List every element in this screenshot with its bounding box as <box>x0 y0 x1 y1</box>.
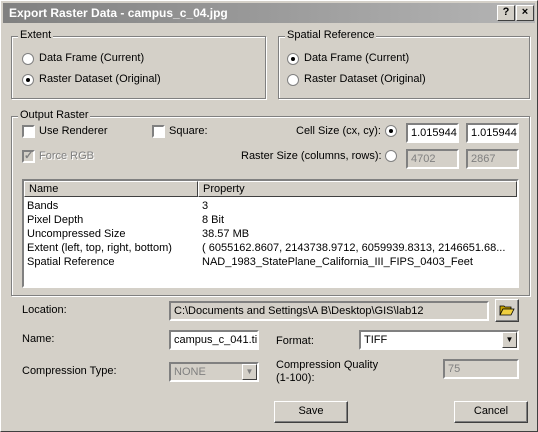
cell-size-label: Cell Size (cx, cy): <box>296 125 381 137</box>
use-renderer-label: Use Renderer <box>39 125 108 137</box>
use-renderer-checkbox[interactable] <box>22 125 35 138</box>
raster-size-radio[interactable] <box>385 150 397 162</box>
force-rgb-label: Force RGB <box>39 150 95 162</box>
force-rgb-checkbox[interactable] <box>22 149 35 163</box>
compression-quality-range-label: (1-100): <box>276 372 315 384</box>
output-raster-group-label: Output Raster <box>18 109 91 121</box>
spatial-raster-dataset-label: Raster Dataset (Original) <box>304 73 426 85</box>
extent-group-label: Extent <box>18 29 54 41</box>
extent-data-frame-radio[interactable] <box>22 53 34 65</box>
help-button[interactable]: ? <box>497 5 515 21</box>
raster-columns-field[interactable]: 4702 <box>406 149 459 169</box>
column-header-property[interactable]: Property <box>198 181 517 197</box>
spatial-reference-group-label: Spatial Reference <box>285 29 377 41</box>
spatial-data-frame-label: Data Frame (Current) <box>304 52 410 64</box>
raster-rows-field[interactable]: 2867 <box>466 149 519 169</box>
chevron-down-icon[interactable]: ▼ <box>502 332 517 348</box>
save-button[interactable]: Save <box>274 401 348 423</box>
square-checkbox[interactable] <box>152 125 165 138</box>
export-raster-dialog: Export Raster Data - campus_c_04.jpg ? ×… <box>0 0 538 432</box>
compression-quality-label: Compression Quality <box>276 359 379 371</box>
property-name: Uncompressed Size <box>27 228 126 240</box>
format-selected-value: TIFF <box>364 334 388 346</box>
property-name: Pixel Depth <box>27 214 84 226</box>
extent-raster-dataset-label: Raster Dataset (Original) <box>39 73 161 85</box>
spatial-data-frame-radio[interactable] <box>287 53 299 65</box>
raster-size-label: Raster Size (columns, rows): <box>241 150 382 162</box>
property-name: Extent (left, top, right, bottom) <box>27 242 172 254</box>
open-folder-icon <box>499 305 515 316</box>
compression-type-label: Compression Type: <box>22 365 117 377</box>
properties-list[interactable]: Name Property Bands 3 Pixel Depth 8 Bit … <box>22 179 519 288</box>
cell-size-radio[interactable] <box>385 125 397 137</box>
cell-size-y-field[interactable]: 1.015944 <box>466 123 519 143</box>
window-title: Export Raster Data - campus_c_04.jpg <box>9 6 228 20</box>
extent-raster-dataset-radio[interactable] <box>22 74 34 86</box>
property-value: 8 Bit <box>202 214 225 226</box>
property-value: ( 6055162.8607, 2143738.9712, 6059939.83… <box>202 242 506 254</box>
property-value: 38.57 MB <box>202 228 250 240</box>
spatial-reference-group: Spatial Reference Data Frame (Current) R… <box>278 29 530 99</box>
compression-selected-value: NONE <box>174 366 206 378</box>
property-value: 3 <box>202 200 209 212</box>
close-button[interactable]: × <box>516 5 534 21</box>
cancel-button[interactable]: Cancel <box>454 401 528 423</box>
cell-size-x-field[interactable]: 1.015944 <box>406 123 459 143</box>
chevron-down-icon[interactable]: ▼ <box>242 364 257 380</box>
title-bar[interactable]: Export Raster Data - campus_c_04.jpg ? × <box>3 3 535 23</box>
extent-group: Extent Data Frame (Current) Raster Datas… <box>11 29 266 99</box>
property-value: NAD_1983_StatePlane_California_III_FIPS_… <box>202 256 473 268</box>
extent-data-frame-label: Data Frame (Current) <box>39 52 145 64</box>
location-field[interactable]: C:\Documents and Settings\A B\Desktop\GI… <box>169 301 489 321</box>
property-name: Spatial Reference <box>27 256 115 268</box>
compression-type-dropdown[interactable]: NONE ▼ <box>169 362 259 382</box>
property-name: Bands <box>27 200 59 212</box>
format-dropdown[interactable]: TIFF ▼ <box>359 330 519 350</box>
column-header-name[interactable]: Name <box>24 181 198 197</box>
compression-quality-field[interactable]: 75 <box>443 359 519 379</box>
name-label: Name: <box>22 333 55 345</box>
browse-folder-button[interactable] <box>495 299 519 322</box>
location-label: Location: <box>22 304 67 316</box>
format-label: Format: <box>276 335 314 347</box>
square-label: Square: <box>169 125 208 137</box>
name-field[interactable]: campus_c_041.tif <box>169 330 259 350</box>
spatial-raster-dataset-radio[interactable] <box>287 74 299 86</box>
